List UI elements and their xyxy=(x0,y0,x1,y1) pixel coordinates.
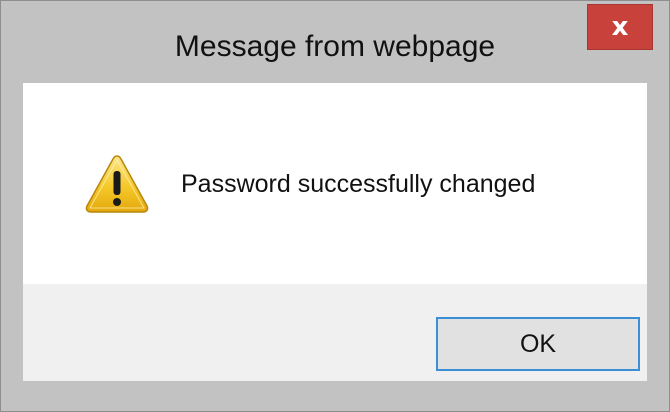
close-icon: x xyxy=(611,12,629,42)
ok-button[interactable]: OK xyxy=(436,317,640,371)
message-dialog: Message from webpage x Password successf… xyxy=(0,0,670,412)
title-bar[interactable]: Message from webpage x xyxy=(1,1,669,83)
dialog-title: Message from webpage xyxy=(174,30,496,63)
message-text: Password successfully changed xyxy=(181,170,536,198)
close-button[interactable]: x xyxy=(587,4,653,50)
dialog-body: Password successfully changed OK xyxy=(23,83,647,381)
warning-icon xyxy=(85,155,149,213)
message-area: Password successfully changed xyxy=(23,83,647,284)
